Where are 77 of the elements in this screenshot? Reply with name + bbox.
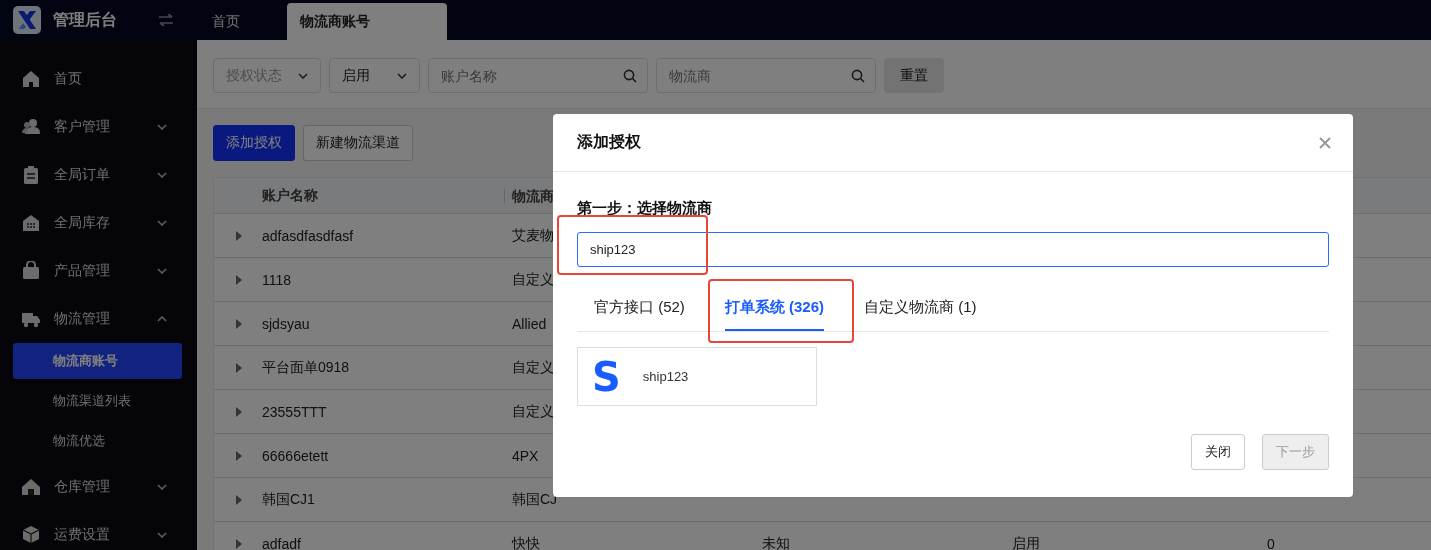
tab[interactable]: 打单系统 (326) bbox=[724, 286, 825, 331]
tab[interactable]: 自定义物流商 (1) bbox=[864, 286, 977, 331]
table-cell: 66666etett bbox=[262, 447, 329, 464]
store-icon bbox=[21, 213, 41, 233]
chevron-icon bbox=[157, 268, 167, 274]
table-cell: 自定义 bbox=[512, 270, 554, 289]
page-tab[interactable]: 首页 bbox=[199, 3, 287, 40]
nav-subitem[interactable]: 物流商账号 bbox=[13, 343, 182, 379]
provider-name: ship123 bbox=[642, 369, 689, 384]
expand-icon[interactable] bbox=[236, 230, 242, 241]
column-header: 账户名称 bbox=[262, 186, 319, 205]
clipboard-icon bbox=[21, 165, 41, 185]
table-cell: 23555TTT bbox=[262, 403, 327, 420]
page-tab[interactable]: 物流商账号 bbox=[287, 3, 447, 40]
table-cell: 自定义 bbox=[512, 358, 554, 377]
table-cell: 1118 bbox=[262, 271, 292, 288]
tab[interactable]: 官方接口 (52) bbox=[594, 286, 685, 331]
expand-icon[interactable] bbox=[236, 362, 242, 373]
action-button[interactable]: 添加授权 bbox=[213, 125, 295, 161]
table-cell: 平台面单0918 bbox=[262, 358, 350, 377]
nav-subitem[interactable]: 物流优选 bbox=[13, 423, 182, 459]
chevron-icon bbox=[157, 172, 167, 178]
table-cell: 韩国CJ1 bbox=[262, 490, 315, 509]
chevron-icon bbox=[157, 316, 167, 322]
search-icon bbox=[851, 69, 865, 83]
nav-item[interactable]: 全局订单 bbox=[0, 151, 197, 199]
nav-item[interactable]: 物流管理 bbox=[0, 295, 197, 343]
dialog-button[interactable]: 关闭 bbox=[1191, 434, 1245, 470]
nav-item[interactable]: 首页 bbox=[0, 55, 197, 103]
box-icon bbox=[21, 525, 41, 545]
nav-item[interactable]: 客户管理 bbox=[0, 103, 197, 151]
nav-item[interactable]: 运费设置 bbox=[0, 511, 197, 550]
table-cell: 0 bbox=[1267, 535, 1275, 550]
action-button[interactable]: 新建物流渠道 bbox=[303, 125, 413, 161]
home-icon bbox=[21, 69, 41, 89]
nav-item[interactable]: 全局库存 bbox=[0, 199, 197, 247]
expand-icon[interactable] bbox=[236, 318, 242, 329]
users-icon bbox=[21, 117, 41, 137]
chevron-icon bbox=[298, 72, 308, 79]
search-icon bbox=[623, 69, 637, 83]
table-cell: adfadf bbox=[262, 535, 301, 550]
expand-icon[interactable] bbox=[236, 406, 242, 417]
chevron-icon bbox=[157, 484, 167, 490]
collapse-icon[interactable] bbox=[158, 14, 174, 26]
app-title: 管理后台 bbox=[53, 9, 117, 30]
expand-icon[interactable] bbox=[236, 450, 242, 461]
table-cell: 4PX bbox=[512, 447, 539, 464]
table-cell: Allied bbox=[512, 315, 547, 332]
table-cell: adfasdfasdfasf bbox=[262, 227, 354, 244]
nav-item[interactable]: 产品管理 bbox=[0, 247, 197, 295]
select-field[interactable]: 启用 bbox=[329, 58, 420, 93]
nav-item[interactable]: 仓库管理 bbox=[0, 463, 197, 511]
provider-card[interactable]: S ship123 bbox=[577, 347, 817, 406]
provider-logo: S bbox=[592, 356, 621, 397]
search-field[interactable]: 物流商 bbox=[656, 58, 876, 93]
table-cell: 未知 bbox=[762, 534, 790, 550]
table-cell: 自定义 bbox=[512, 402, 554, 421]
table-cell: 启用 bbox=[1012, 534, 1040, 550]
chevron-icon bbox=[157, 124, 167, 130]
search-field[interactable]: ship123 bbox=[577, 232, 1329, 267]
expand-icon[interactable] bbox=[236, 274, 242, 285]
house-icon bbox=[21, 477, 41, 497]
search-field[interactable]: 账户名称 bbox=[428, 58, 648, 93]
chevron-icon bbox=[157, 532, 167, 538]
chevron-icon bbox=[397, 72, 407, 79]
expand-icon[interactable] bbox=[236, 538, 242, 549]
table-cell: sjdsyau bbox=[262, 315, 310, 332]
table-cell: 艾麦物 bbox=[512, 226, 554, 245]
dialog-title: 添加授权 bbox=[577, 132, 641, 152]
logo-icon bbox=[13, 6, 41, 34]
table-cell: 快快 bbox=[512, 534, 540, 550]
expand-icon[interactable] bbox=[236, 494, 242, 505]
bag-icon bbox=[21, 261, 41, 281]
nav-subitem[interactable]: 物流渠道列表 bbox=[13, 383, 182, 419]
chevron-icon bbox=[157, 220, 167, 226]
reset-button[interactable]: 重置 bbox=[884, 58, 944, 93]
close-icon[interactable] bbox=[1319, 136, 1331, 149]
